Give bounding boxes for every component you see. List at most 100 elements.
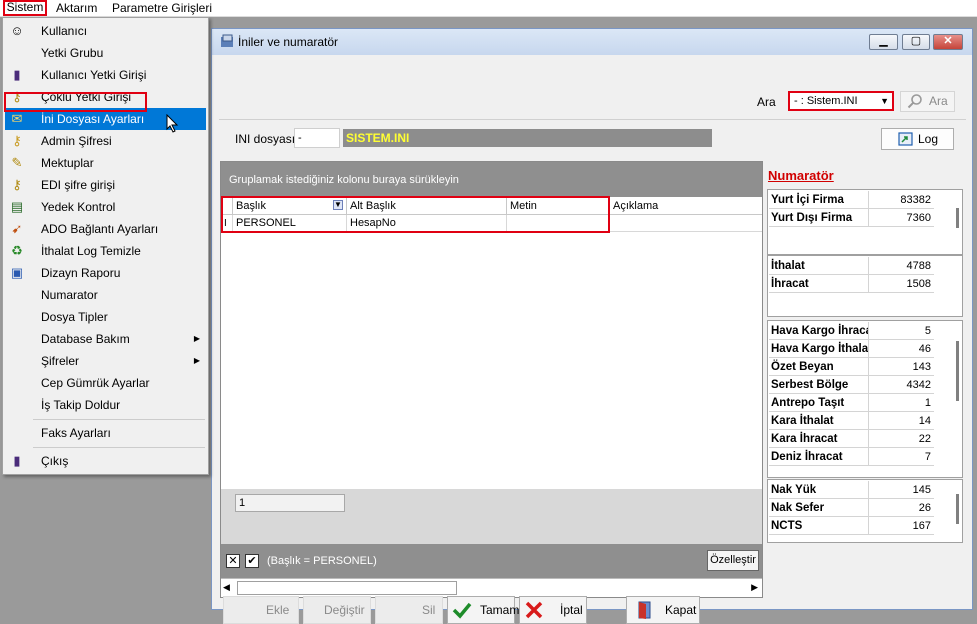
backup-icon: ▤: [10, 199, 24, 214]
search-button[interactable]: Ara: [900, 91, 955, 112]
menu-item-database-bakim[interactable]: Database Bakım ▶: [5, 328, 206, 350]
letter-icon: ✎: [11, 155, 23, 170]
menu-item-dizayn-raporu[interactable]: ▣ Dizayn Raporu: [5, 262, 206, 284]
numarator-title: Numaratör: [768, 168, 834, 183]
list-item[interactable]: İhracat 1508: [769, 275, 934, 293]
cancel-button[interactable]: İptal: [519, 596, 587, 624]
numarator-panel: Numaratör Yurt İçi Firma 83382 Yurt Dışı …: [766, 161, 966, 598]
clear-filter-icon[interactable]: ✕: [226, 554, 240, 568]
numarator-group-beyanlar: Hava Kargo İhracat 5 Hava Kargo İthalat 46…: [767, 320, 963, 478]
ini-numarator-window: İniler ve numaratör ▁ ▢ ✕ Ara - : Sistem…: [211, 28, 973, 624]
menu-aktarim[interactable]: Aktarım: [56, 1, 97, 16]
scroll-left-icon[interactable]: ◀: [223, 582, 230, 593]
scroll-right-icon[interactable]: ▶: [751, 582, 758, 593]
grid-annotation-box: [221, 196, 610, 233]
menu-item-ado-baglanti-ayarlari[interactable]: ➹ ADO Bağlantı Ayarları: [5, 218, 206, 240]
numarator-group-nakliye: Nak Yük 145 Nak Sefer 26 NCTS 167: [767, 479, 963, 543]
menu-item-ithalat-log-temizle[interactable]: ♻ İthalat Log Temizle: [5, 240, 206, 262]
search-combobox[interactable]: - : Sistem.INI ▼: [788, 91, 894, 111]
ok-button[interactable]: Tamam: [447, 596, 519, 624]
menu-item-mektuplar[interactable]: ✎ Mektuplar: [5, 152, 206, 174]
user-icon: ☺: [10, 23, 24, 38]
filter-bar: ✕ ✔ (Başlık = PERSONEL) Özelleştir: [221, 544, 762, 578]
mouse-cursor-icon: [166, 114, 179, 133]
submenu-arrow-icon: ▶: [193, 356, 200, 365]
minimize-button[interactable]: ▁: [869, 34, 898, 50]
menu-item-dosya-tipler[interactable]: Dosya Tipler: [5, 306, 206, 328]
maximize-button[interactable]: ▢: [902, 34, 930, 50]
list-item[interactable]: Kara İthalat 14: [769, 412, 934, 430]
list-item[interactable]: Deniz İhracat 7: [769, 448, 934, 466]
menu-item-cikis[interactable]: ▮ Çıkış: [5, 450, 206, 472]
menu-separator: [33, 419, 205, 420]
list-item[interactable]: Özet Beyan 143: [769, 358, 934, 376]
menu-parametre-girisleri[interactable]: Parametre Girişleri: [112, 1, 212, 16]
grid-footer: 1: [221, 489, 762, 544]
window-app-icon: [221, 34, 233, 47]
log-icon: [898, 132, 913, 146]
lock-icon: ▮: [13, 67, 21, 82]
list-item[interactable]: Hava Kargo İthalat 46: [769, 340, 934, 358]
menu-item-kullanici-yetki-girisi[interactable]: ▮ Kullanıcı Yetki Girişi: [5, 64, 206, 86]
menu-sistem[interactable]: Sistem: [3, 0, 47, 16]
horizontal-scrollbar[interactable]: ◀ ▶: [221, 578, 762, 597]
list-item[interactable]: Antrepo Taşıt 1: [769, 394, 934, 412]
menu-item-cep-gumruk-ayarlar[interactable]: Cep Gümrük Ayarlar: [5, 372, 206, 394]
cell-aciklama[interactable]: [610, 215, 762, 232]
menu-item-yedek-kontrol[interactable]: ▤ Yedek Kontrol: [5, 196, 206, 218]
list-item[interactable]: Nak Yük 145: [769, 481, 934, 499]
menu-item-faks-ayarlari[interactable]: Faks Ayarları: [5, 422, 206, 444]
group-by-panel[interactable]: Gruplamak istediğiniz kolonu buraya sürü…: [221, 162, 762, 197]
filter-enabled-checkbox[interactable]: ✔: [245, 554, 259, 568]
list-item[interactable]: Yurt İçi Firma 83382: [769, 191, 934, 209]
menu-item-sifreler[interactable]: Şifreler ▶: [5, 350, 206, 372]
window-client-area: Ara - : Sistem.INI ▼ Ara INI dosyası - SI…: [219, 57, 966, 624]
close-window-button[interactable]: Kapat: [626, 596, 700, 624]
search-icon: [907, 94, 922, 109]
numarator-group-ithalat-ihracat: İthalat 4788 İhracat 1508: [767, 255, 963, 317]
scrollbar-thumb[interactable]: [237, 581, 457, 595]
ini-file-label: INI dosyası: [235, 132, 296, 146]
sistem-dropdown-menu: ☺ Kullanıcı Yetki Grubu ▮ Kullanıcı Yetki …: [2, 17, 209, 475]
numarator-group-firma: Yurt İçi Firma 83382 Yurt Dışı Firma 7360: [767, 189, 963, 255]
list-item[interactable]: İthalat 4788: [769, 257, 934, 275]
header-divider: [219, 119, 966, 120]
list-item[interactable]: Nak Sefer 26: [769, 499, 934, 517]
settings-file-icon: ✉: [11, 111, 23, 126]
highlight-annotation-box: [4, 92, 147, 112]
ini-file-field[interactable]: -: [294, 128, 340, 148]
door-exit-icon: [638, 601, 651, 619]
window-titlebar[interactable]: İniler ve numaratör ▁ ▢ ✕: [212, 29, 972, 55]
exit-icon: ▮: [13, 453, 21, 468]
customize-button[interactable]: Özelleştir: [707, 550, 759, 571]
close-button[interactable]: ✕: [933, 34, 963, 50]
menu-item-kullanici[interactable]: ☺ Kullanıcı: [5, 20, 206, 42]
edit-button[interactable]: Değiştir: [303, 596, 371, 624]
menu-item-numarator[interactable]: Numarator: [5, 284, 206, 306]
menu-item-yetki-grubu[interactable]: Yetki Grubu: [5, 42, 206, 64]
menu-item-edi-sifre-girisi[interactable]: ⚷ EDI şifre girişi: [5, 174, 206, 196]
list-item[interactable]: Serbest Bölge 4342: [769, 376, 934, 394]
log-button[interactable]: Log: [881, 128, 954, 150]
chevron-down-icon[interactable]: ▼: [880, 93, 889, 109]
menu-separator: [33, 447, 205, 448]
ini-file-value: SISTEM.INI: [343, 129, 712, 147]
vertical-scrollbar[interactable]: [956, 341, 959, 401]
column-header-aciklama[interactable]: Açıklama: [610, 197, 762, 215]
data-grid: Gruplamak istediğiniz kolonu buraya sürü…: [220, 161, 763, 598]
footer-summary-field: 1: [235, 494, 345, 512]
list-item[interactable]: Yurt Dışı Firma 7360: [769, 209, 934, 227]
menubar: Sistem Aktarım Parametre Girişleri: [0, 0, 977, 17]
menu-item-is-takip-doldur[interactable]: İş Takip Doldur: [5, 394, 206, 416]
list-item[interactable]: Kara İhracat 22: [769, 430, 934, 448]
vertical-scrollbar[interactable]: [956, 494, 959, 524]
vertical-scrollbar[interactable]: [956, 208, 959, 228]
clean-icon: ♻: [11, 243, 23, 258]
add-button[interactable]: Ekle: [223, 596, 299, 624]
list-item[interactable]: NCTS 167: [769, 517, 934, 535]
filter-text[interactable]: (Başlık = PERSONEL): [267, 555, 377, 567]
list-item[interactable]: Hava Kargo İhracat 5: [769, 322, 934, 340]
cancel-icon: [525, 601, 543, 619]
search-combobox-value: - : Sistem.INI: [794, 95, 858, 107]
delete-button[interactable]: Sil: [375, 596, 443, 624]
